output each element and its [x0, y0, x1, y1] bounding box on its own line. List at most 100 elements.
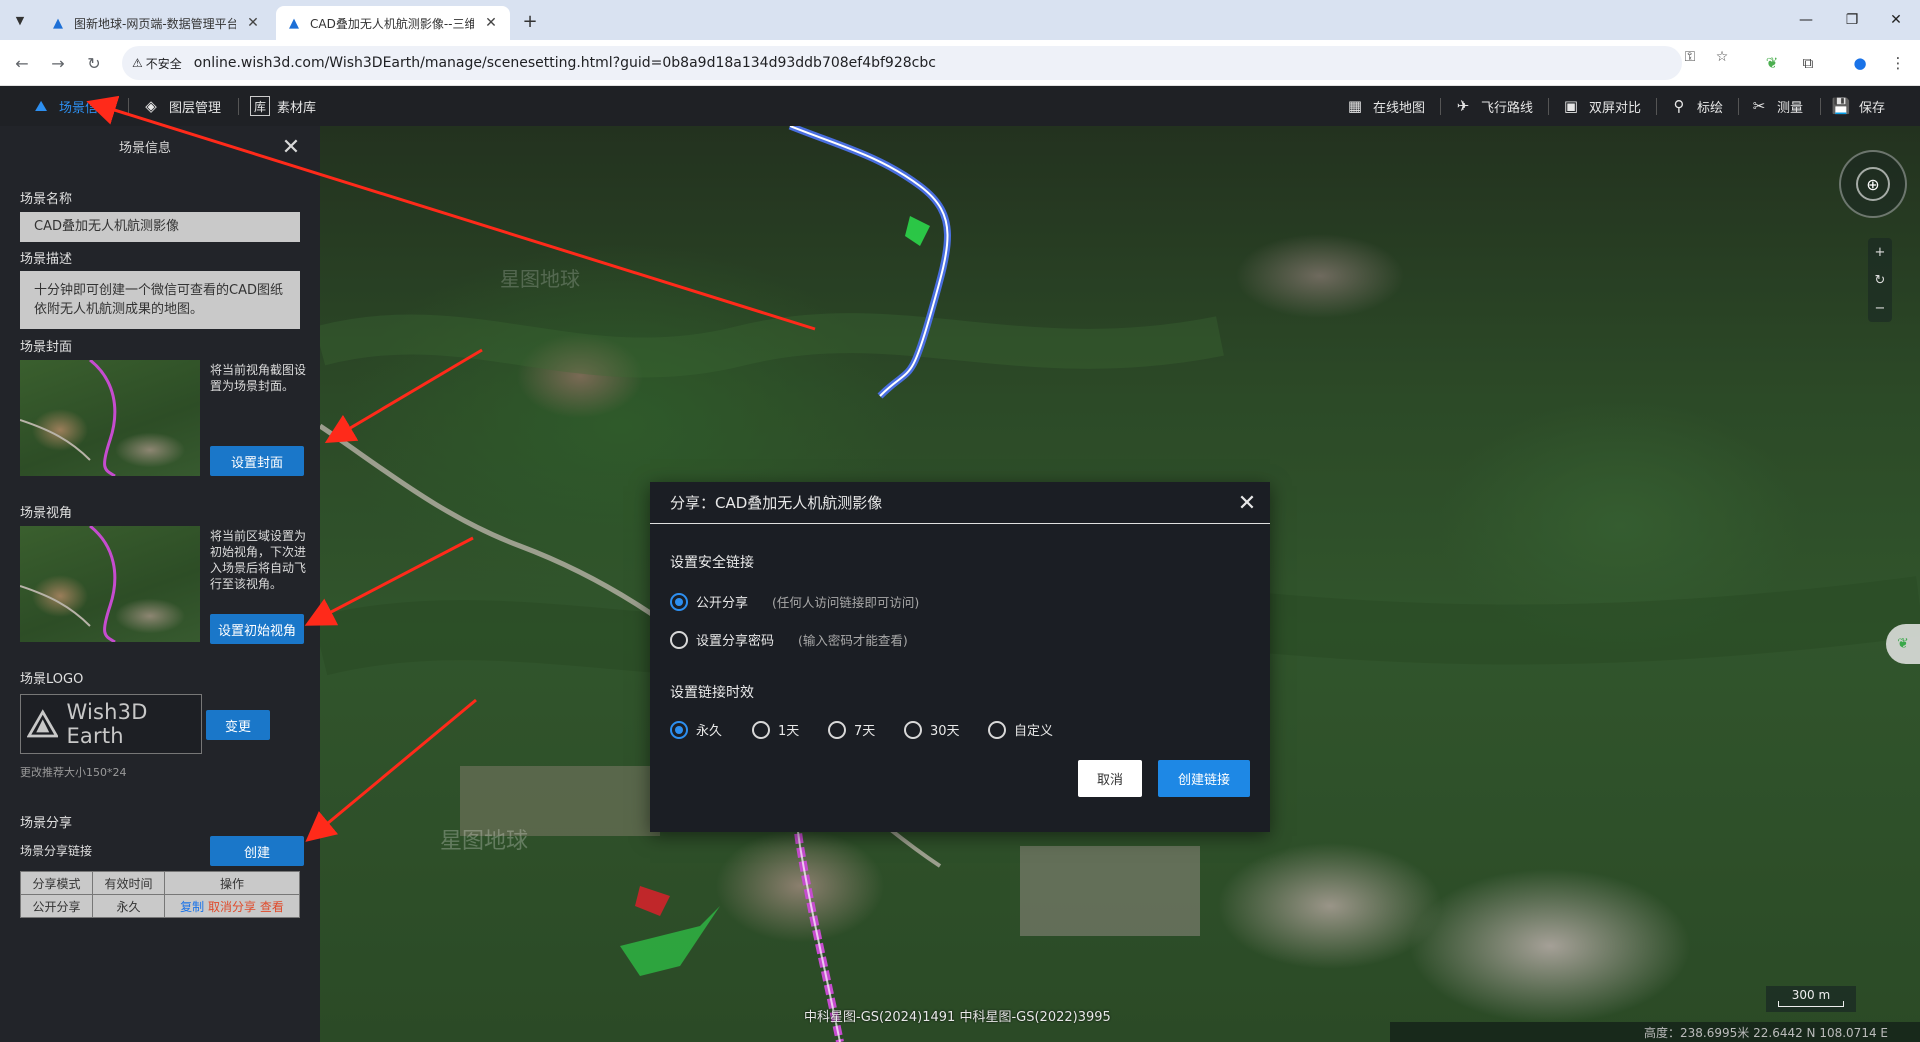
radio-checked-icon[interactable] — [670, 592, 688, 611]
menu-measure[interactable]: ✂ 测量 — [1748, 86, 1803, 126]
profile-avatar-icon[interactable]: ● — [1848, 51, 1872, 75]
duration-section-label: 设置链接时效 — [670, 685, 754, 701]
extensions-puzzle-icon[interactable]: ⧉ — [1796, 51, 1820, 75]
minimize-icon[interactable]: — — [1784, 6, 1828, 34]
wish3d-favicon-icon: ▲ — [289, 15, 299, 31]
radio-unchecked-icon[interactable] — [904, 720, 922, 739]
menu-label: 在线地图 — [1373, 100, 1426, 116]
menu-label: 双屏对比 — [1589, 100, 1642, 116]
forward-arrow-icon[interactable]: → — [46, 51, 70, 75]
duration-forever[interactable]: 永久 — [670, 720, 722, 739]
menu-flight-route[interactable]: ✈ 飞行路线 — [1452, 86, 1533, 126]
reset-view-icon[interactable]: ↻ — [1875, 273, 1886, 288]
duration-7-days[interactable]: 7天 — [828, 720, 875, 739]
reload-icon[interactable]: ↻ — [82, 51, 106, 75]
security-indicator[interactable]: ⚠ 不安全 — [132, 55, 194, 72]
online-map-icon: ▦ — [1347, 97, 1363, 115]
duration-30-days[interactable]: 30天 — [904, 720, 960, 739]
tab-list-chevron-icon[interactable]: ▼ — [8, 8, 32, 32]
scale-bar-line — [1778, 1001, 1844, 1007]
menu-divider — [1738, 98, 1739, 115]
map-status-bar: 高度：238.6995米 22.6442 N 108.0714 E — [1390, 1022, 1920, 1042]
new-tab-plus-icon[interactable]: + — [518, 10, 542, 32]
duration-1-day[interactable]: 1天 — [752, 720, 799, 739]
scene-desc-textarea[interactable]: 十分钟即可创建一个微信可查看的CAD图纸依附无人机航测成果的地图。 — [20, 271, 300, 329]
back-arrow-icon[interactable]: ← — [10, 51, 34, 75]
radio-unchecked-icon[interactable] — [670, 630, 688, 649]
scene-share-label: 场景分享 — [20, 816, 73, 831]
cover-thumb-route — [20, 360, 117, 476]
map-copyright: 中科星图-GS(2024)1491 中科星图-GS(2022)3995 — [804, 1010, 1111, 1025]
browser-menu-icon[interactable]: ⋮ — [1886, 51, 1910, 75]
logo-text: Wish3D Earth — [66, 700, 148, 748]
tab-close-icon[interactable]: ✕ — [244, 14, 262, 32]
menu-label: 测量 — [1777, 100, 1804, 116]
set-initial-view-button[interactable]: 设置初始视角 — [210, 614, 304, 644]
app-menu-bar: ⛰ 场景信息 ◈ 图层管理 库 素材库 ▦ 在线地图 ✈ 飞行路线 ▣ 双屏对比… — [0, 86, 1920, 126]
tab-close-icon[interactable]: ✕ — [482, 14, 500, 32]
cancel-share-link[interactable]: 取消分享 — [208, 900, 256, 914]
radio-hint: (输入密码才能查看) — [798, 633, 908, 648]
share-link-label: 场景分享链接 — [20, 844, 93, 858]
radio-label: 公开分享 — [696, 596, 749, 611]
change-logo-button[interactable]: 变更 — [206, 710, 270, 740]
browser-tab-scene[interactable]: ▲ CAD叠加无人机航测影像--三维 ✕ — [276, 6, 510, 40]
address-bar[interactable]: ⚠ 不安全 online.wish3d.com/Wish3DEarth/mana… — [122, 46, 1682, 80]
view-share-link[interactable]: 查看 — [260, 900, 284, 914]
create-share-button[interactable]: 创建 — [210, 836, 304, 866]
share-table: 分享模式 有效时间 操作 公开分享 永久 复制 取消分享 查看 — [20, 871, 300, 918]
radio-checked-icon[interactable] — [670, 720, 688, 739]
view-thumb-route — [20, 526, 117, 642]
dialog-close-icon[interactable]: ✕ — [1236, 491, 1258, 516]
zoom-out-icon[interactable]: − — [1875, 301, 1886, 316]
password-key-icon[interactable]: ⚿ — [1680, 48, 1700, 66]
cancel-button[interactable]: 取消 — [1078, 760, 1142, 797]
security-section-label: 设置安全链接 — [670, 555, 754, 571]
radio-label: 1天 — [778, 724, 800, 739]
menu-divider — [1656, 98, 1657, 115]
wish3d-logo-icon — [27, 709, 59, 738]
scale-bar: 300 m — [1766, 986, 1856, 1012]
browser-toolbar: ← → ↻ ⚠ 不安全 online.wish3d.com/Wish3DEart… — [0, 40, 1920, 86]
menu-dual-screen[interactable]: ▣ 双屏对比 — [1560, 86, 1641, 126]
radio-unchecked-icon[interactable] — [752, 720, 770, 739]
restore-icon[interactable]: ❐ — [1830, 6, 1874, 34]
menu-online-map[interactable]: ▦ 在线地图 — [1344, 86, 1425, 126]
save-icon: 💾 — [1831, 97, 1851, 115]
radio-public-share[interactable]: 公开分享 (任何人访问链接即可访问) — [670, 592, 919, 611]
share-actions-cell: 复制 取消分享 查看 — [164, 894, 300, 918]
browser-tab-data-platform[interactable]: ▲ 图新地球-网页端-数据管理平台 ✕ — [40, 6, 272, 40]
zoom-in-icon[interactable]: + — [1875, 245, 1886, 260]
compass-navigator[interactable]: ⊕ — [1839, 150, 1907, 218]
radio-unchecked-icon[interactable] — [988, 720, 1006, 739]
panel-close-icon[interactable]: ✕ — [280, 135, 302, 160]
radio-label: 永久 — [696, 724, 723, 739]
menu-scene-info[interactable]: ⛰ 场景信息 — [30, 86, 111, 126]
map-status-text: 高度：238.6995米 22.6442 N 108.0714 E — [1644, 1025, 1888, 1040]
table-row: 公开分享 永久 复制 取消分享 查看 — [20, 894, 300, 918]
side-panel-toggle-leaf-icon[interactable]: ❦ — [1886, 624, 1920, 664]
url-text[interactable]: online.wish3d.com/Wish3DEarth/manage/sce… — [194, 55, 936, 71]
copy-link[interactable]: 复制 — [180, 900, 204, 914]
radio-password-share[interactable]: 设置分享密码 (输入密码才能查看) — [670, 630, 908, 649]
menu-label: 飞行路线 — [1481, 100, 1534, 116]
col-header: 有效时间 — [92, 871, 165, 895]
scene-name-label: 场景名称 — [20, 192, 73, 207]
bookmark-star-icon[interactable]: ☆ — [1712, 48, 1732, 66]
share-mode-cell: 公开分享 — [20, 894, 93, 918]
scene-name-input[interactable]: CAD叠加无人机航测影像 — [20, 212, 300, 242]
extension-leaf-icon[interactable]: ❦ — [1760, 51, 1784, 75]
radio-unchecked-icon[interactable] — [828, 720, 846, 739]
view-description: 将当前区域设置为初始视角，下次进入场景后将自动飞行至该视角。 — [210, 529, 307, 591]
duration-custom[interactable]: 自定义 — [988, 720, 1053, 739]
measure-icon: ✂ — [1752, 97, 1766, 115]
menu-save[interactable]: 💾 保存 — [1830, 86, 1885, 126]
set-cover-button[interactable]: 设置封面 — [210, 446, 304, 476]
window-close-icon[interactable]: ✕ — [1874, 6, 1918, 34]
scene-view-thumbnail — [20, 526, 200, 642]
create-link-button[interactable]: 创建链接 — [1158, 760, 1250, 797]
cover-description: 将当前视角截图设置为场景封面。 — [210, 363, 307, 393]
menu-layer-manage[interactable]: ◈ 图层管理 — [140, 86, 221, 126]
menu-plot[interactable]: ⚲ 标绘 — [1668, 86, 1724, 126]
menu-material-library[interactable]: 库 素材库 — [250, 86, 316, 126]
